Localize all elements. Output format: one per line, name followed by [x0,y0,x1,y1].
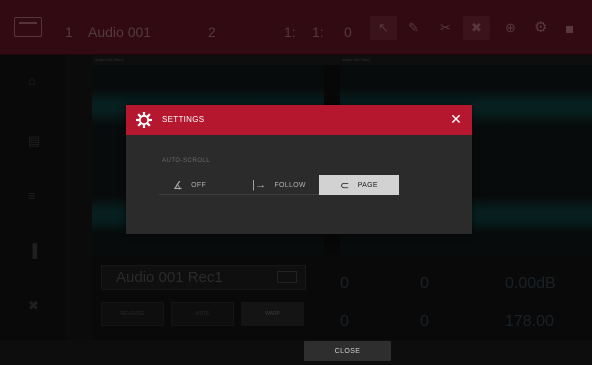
auto-scroll-label: AUTO-SCROLL [162,158,211,164]
option-label: FOLLOW [274,181,306,189]
auto-scroll-selector: ∡ OFF |→ FOLLOW ⊂ PAGE [159,175,399,195]
auto-scroll-follow-option[interactable]: |→ FOLLOW [252,175,306,195]
gear-icon [136,112,152,128]
follow-arrow-icon: |→ [252,179,267,191]
auto-scroll-off-option[interactable]: ∡ OFF [173,175,206,195]
close-icon[interactable]: ✕ [448,111,464,127]
dialog-title: SETTINGS [162,115,205,124]
auto-scroll-page-option[interactable]: ⊂ PAGE [319,175,399,195]
option-label: OFF [191,181,207,189]
dialog-header: SETTINGS ✕ [126,105,472,135]
settings-dialog: SETTINGS ✕ AUTO-SCROLL ∡ OFF |→ FOLLOW ⊂… [126,105,472,234]
option-label: PAGE [357,181,378,189]
footer-bar [0,340,592,365]
scroll-off-icon: ∡ [173,179,184,192]
close-button[interactable]: CLOSE [304,341,391,361]
page-icon: ⊂ [340,179,350,192]
